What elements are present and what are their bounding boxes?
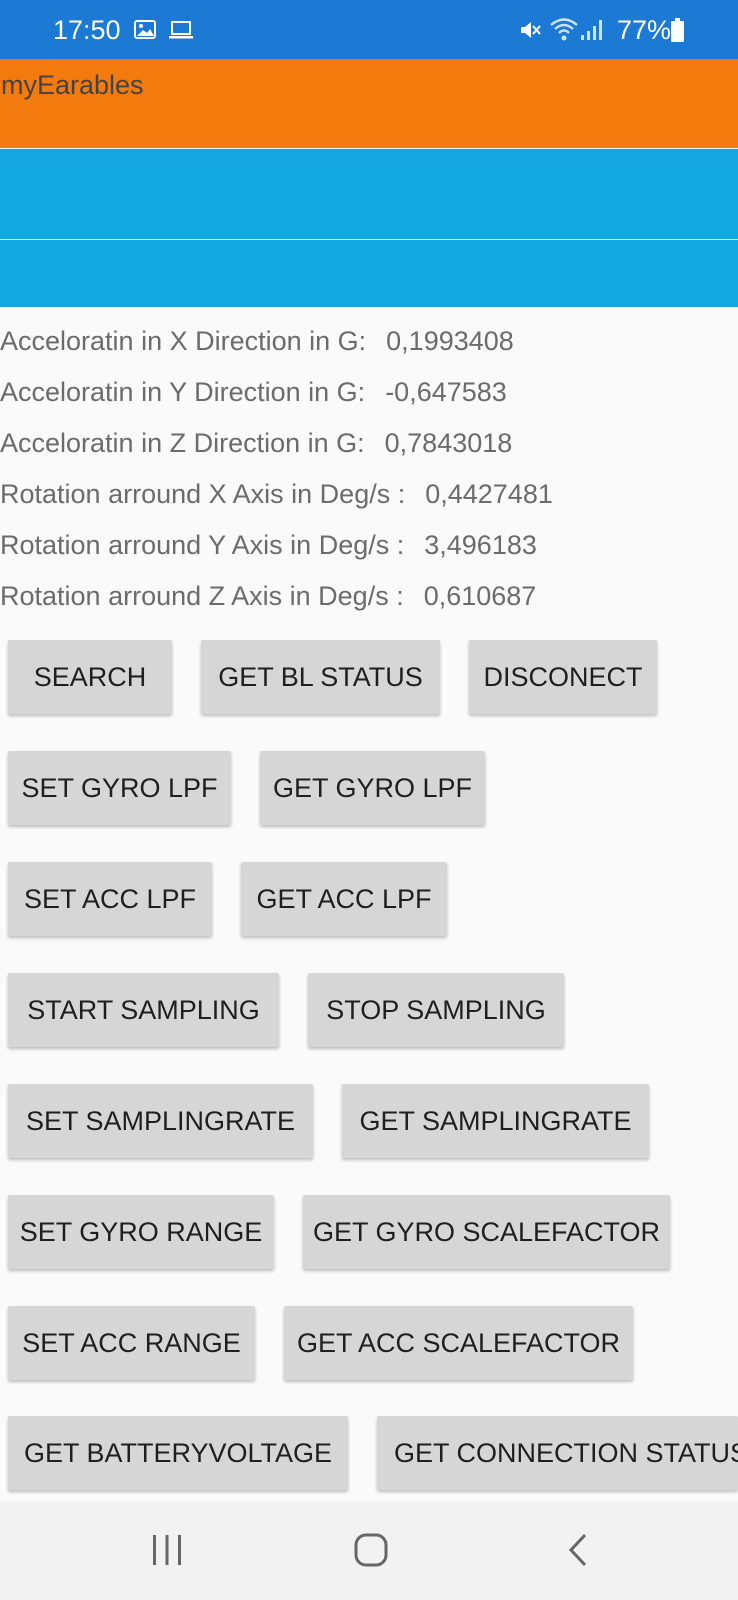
- reading-rot-x: Rotation arround X Axis in Deg/s : 0,4427…: [0, 474, 553, 514]
- get-batteryvoltage-button[interactable]: GET BATTERYVOLTAGE: [8, 1416, 348, 1490]
- get-acc-scalefactor-button[interactable]: GET ACC SCALEFACTOR: [284, 1306, 633, 1380]
- start-sampling-button[interactable]: START SAMPLING: [8, 973, 279, 1047]
- reading-rot-z: Rotation arround Z Axis in Deg/s : 0,6106…: [0, 576, 536, 616]
- mute-icon: [521, 22, 541, 38]
- reading-value: 3,496183: [424, 530, 537, 560]
- reading-acc-x: Acceloratin in X Direction in G: 0,199340…: [0, 321, 514, 361]
- status-bar: 17:50 77%: [0, 0, 738, 59]
- set-gyro-lpf-button[interactable]: SET GYRO LPF: [8, 751, 231, 825]
- gallery-icon: [134, 20, 156, 39]
- wifi-icon: [550, 18, 578, 41]
- app-title: myEarables: [1, 70, 144, 100]
- set-acc-lpf-button[interactable]: SET ACC LPF: [8, 862, 212, 936]
- reading-value: 0,7843018: [384, 428, 513, 458]
- back-icon[interactable]: [565, 1532, 591, 1568]
- reading-label: Acceloratin in Y Direction in G:: [0, 377, 366, 407]
- reading-label: Rotation arround X Axis in Deg/s :: [0, 479, 406, 509]
- get-gyro-lpf-button[interactable]: GET GYRO LPF: [260, 751, 485, 825]
- get-bl-status-button[interactable]: GET BL STATUS: [201, 640, 440, 714]
- reading-label: Acceloratin in X Direction in G:: [0, 326, 367, 356]
- reading-acc-y: Acceloratin in Y Direction in G: -0,64758…: [0, 372, 507, 412]
- home-icon[interactable]: [353, 1532, 389, 1568]
- reading-label: Acceloratin in Z Direction in G:: [0, 428, 365, 458]
- reading-label: Rotation arround Z Axis in Deg/s :: [0, 581, 404, 611]
- reading-rot-y: Rotation arround Y Axis in Deg/s : 3,4961…: [0, 525, 537, 565]
- app-title-bar: myEarables: [0, 59, 738, 148]
- battery-percent: 77%: [617, 15, 672, 45]
- header-band-top: [0, 149, 738, 239]
- set-samplingrate-button[interactable]: SET SAMPLINGRATE: [8, 1084, 313, 1158]
- reading-value: -0,647583: [385, 377, 507, 407]
- status-time: 17:50: [53, 15, 121, 45]
- search-button[interactable]: SEARCH: [8, 640, 172, 714]
- reading-label: Rotation arround Y Axis in Deg/s :: [0, 530, 405, 560]
- battery-icon: [671, 18, 684, 42]
- reading-value: 0,4427481: [425, 479, 553, 509]
- set-acc-range-button[interactable]: SET ACC RANGE: [8, 1306, 255, 1380]
- get-samplingrate-button[interactable]: GET SAMPLINGRATE: [342, 1084, 649, 1158]
- stop-sampling-button[interactable]: STOP SAMPLING: [308, 973, 564, 1047]
- get-acc-lpf-button[interactable]: GET ACC LPF: [241, 862, 447, 936]
- reading-value: 0,1993408: [386, 326, 514, 356]
- header-band-bottom: [0, 240, 738, 307]
- recent-apps-icon[interactable]: [150, 1532, 184, 1568]
- laptop-icon: [169, 21, 193, 39]
- signal-icon: [581, 20, 602, 40]
- reading-value: 0,610687: [423, 581, 537, 611]
- reading-acc-z: Acceloratin in Z Direction in G: 0,784301…: [0, 423, 512, 463]
- disconnect-button[interactable]: DISCONECT: [469, 640, 657, 714]
- get-connection-status-button[interactable]: GET CONNECTION STATUS: [377, 1416, 738, 1490]
- navigation-bar: [0, 1502, 738, 1600]
- get-gyro-scalefactor-button[interactable]: GET GYRO SCALEFACTOR: [303, 1195, 670, 1269]
- set-gyro-range-button[interactable]: SET GYRO RANGE: [8, 1195, 274, 1269]
